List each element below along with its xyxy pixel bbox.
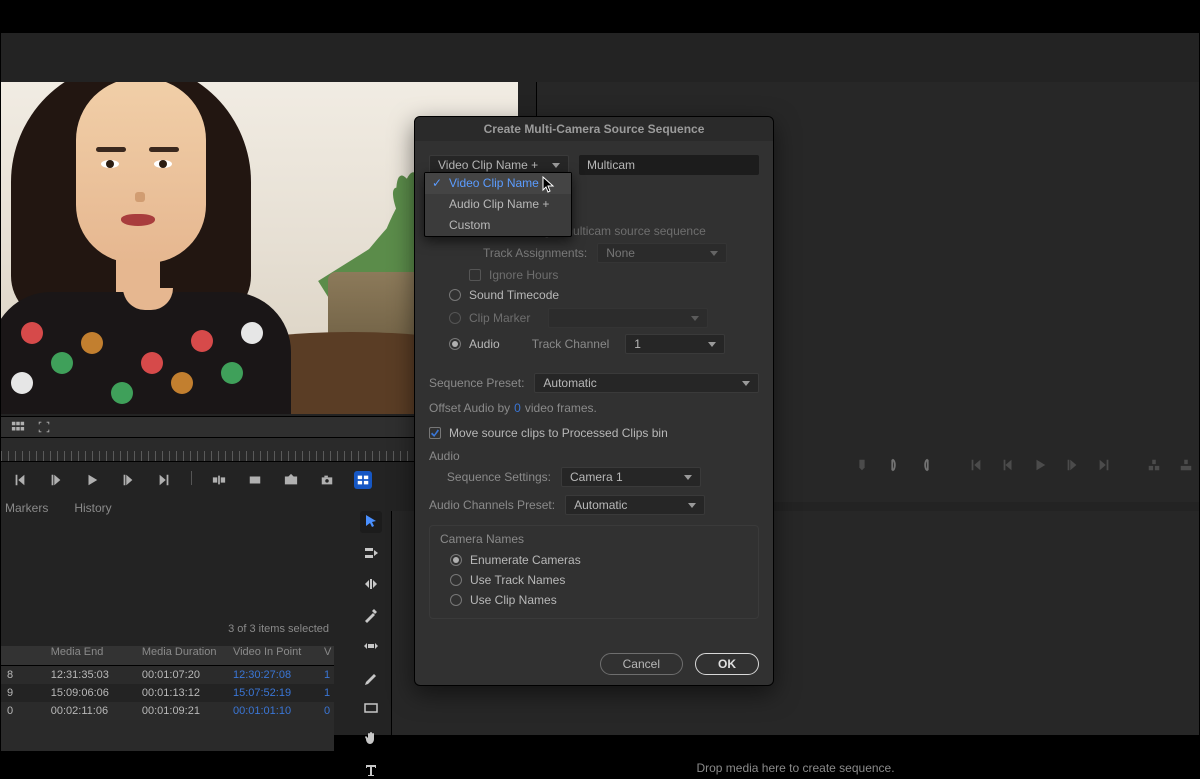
pen-tool[interactable] <box>360 666 382 688</box>
track-channel-dropdown[interactable]: 1 <box>625 334 725 354</box>
lift-button[interactable] <box>1147 456 1161 474</box>
camera-names-group: Camera Names Enumerate Cameras Use Track… <box>429 525 759 619</box>
separator <box>191 471 192 485</box>
step-fwd-button[interactable] <box>119 471 137 489</box>
sync-audio-radio[interactable]: Audio Track Channel 1 <box>449 331 759 357</box>
offset-audio-label: Offset Audio by <box>429 401 510 415</box>
tab-markers[interactable]: Markers <box>5 501 48 515</box>
camera-icon[interactable] <box>318 471 336 489</box>
track-select-tool[interactable] <box>360 542 382 564</box>
panel-tabs: Markers History <box>5 501 112 515</box>
overwrite-button[interactable] <box>246 471 264 489</box>
audio-channels-preset-dropdown[interactable]: Automatic <box>565 495 705 515</box>
sequence-name-field[interactable]: Multicam <box>579 155 759 175</box>
ignore-hours-checkbox[interactable]: Ignore Hours <box>469 265 759 285</box>
track-channel-label: Track Channel <box>532 337 610 351</box>
tools-panel <box>356 511 386 779</box>
toggle-multicam-button[interactable] <box>354 471 372 489</box>
col-v[interactable]: V <box>318 646 334 665</box>
mark-in-button[interactable] <box>887 456 901 474</box>
ok-button[interactable]: OK <box>695 653 759 675</box>
export-frame-button[interactable] <box>282 471 300 489</box>
table-row[interactable]: 812:31:35:0300:01:07:2012:30:27:081 <box>1 666 334 684</box>
offset-audio-suffix: video frames. <box>525 401 597 415</box>
track-assignments-dropdown: None <box>597 243 727 263</box>
play-button[interactable] <box>1033 456 1047 474</box>
goto-out-button[interactable] <box>1097 456 1111 474</box>
razor-tool[interactable] <box>360 604 382 626</box>
sequence-settings-label: Sequence Settings: <box>429 470 551 484</box>
col-blank[interactable] <box>1 646 13 665</box>
type-tool[interactable] <box>360 759 382 779</box>
project-panel: Media End Media Duration Video In Point … <box>1 646 334 751</box>
col-video-in[interactable]: Video In Point <box>227 646 318 665</box>
clip-marker-dropdown <box>548 308 708 328</box>
mark-out-button[interactable] <box>919 456 933 474</box>
sync-sound-timecode-radio[interactable]: Sound Timecode <box>449 285 759 305</box>
tab-history[interactable]: History <box>74 501 111 515</box>
selection-tool[interactable] <box>360 511 382 533</box>
hand-tool[interactable] <box>360 728 382 750</box>
col-blank2[interactable] <box>13 646 45 665</box>
extract-button[interactable] <box>1179 456 1193 474</box>
audio-channels-preset-label: Audio Channels Preset: <box>429 498 555 512</box>
fit-icon[interactable] <box>37 420 51 434</box>
use-track-names-radio[interactable]: Use Track Names <box>450 570 748 590</box>
sequence-settings-dropdown[interactable]: Camera 1 <box>561 467 701 487</box>
sequence-preset-label: Sequence Preset: <box>429 376 524 390</box>
cancel-button[interactable]: Cancel <box>600 653 683 675</box>
sequence-preset-dropdown[interactable]: Automatic <box>534 373 759 393</box>
dropdown-item-audio[interactable]: Audio Clip Name + <box>425 194 571 215</box>
step-back-button[interactable] <box>1001 456 1015 474</box>
table-row[interactable]: 000:02:11:0600:01:09:2100:01:01:100 <box>1 702 334 720</box>
track-assignments-label: Track Assignments: <box>483 246 587 260</box>
sync-clip-marker-radio[interactable]: Clip Marker <box>449 305 759 331</box>
enumerate-cameras-radio[interactable]: Enumerate Cameras <box>450 550 748 570</box>
use-clip-names-radio[interactable]: Use Clip Names <box>450 590 748 610</box>
table-row[interactable]: 915:09:06:0600:01:13:1215:07:52:191 <box>1 684 334 702</box>
step-fwd-button[interactable] <box>1065 456 1079 474</box>
slip-tool[interactable] <box>360 635 382 657</box>
offset-audio-value[interactable]: 0 <box>514 401 521 415</box>
grid-icon[interactable] <box>11 420 25 434</box>
goto-in-button[interactable] <box>11 471 29 489</box>
step-back-button[interactable] <box>47 471 65 489</box>
selection-status: 3 of 3 items selected <box>228 623 329 635</box>
timeline-drop-hint: Drop media here to create sequence. <box>392 761 1199 775</box>
move-clips-checkbox[interactable]: Move source clips to Processed Clips bin <box>429 423 668 443</box>
cursor-icon <box>542 176 556 194</box>
program-transport <box>863 453 1193 477</box>
col-media-duration[interactable]: Media Duration <box>136 646 227 665</box>
goto-in-button[interactable] <box>969 456 983 474</box>
add-marker-button[interactable] <box>855 456 869 474</box>
dialog-title: Create Multi-Camera Source Sequence <box>415 117 773 141</box>
camera-names-title: Camera Names <box>440 532 748 546</box>
audio-section-title: Audio <box>415 447 773 463</box>
col-media-end[interactable]: Media End <box>45 646 136 665</box>
insert-button[interactable] <box>210 471 228 489</box>
ripple-edit-tool[interactable] <box>360 573 382 595</box>
play-button[interactable] <box>83 471 101 489</box>
rectangle-tool[interactable] <box>360 697 382 719</box>
goto-out-button[interactable] <box>155 471 173 489</box>
dropdown-item-custom[interactable]: Custom <box>425 215 571 236</box>
